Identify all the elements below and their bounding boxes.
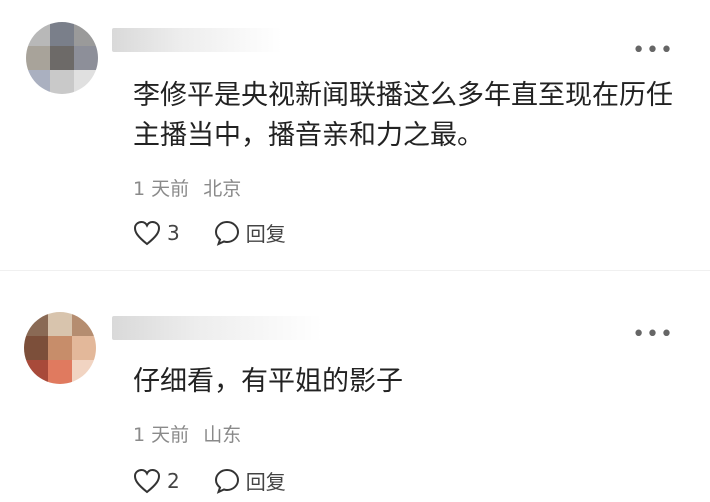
comment-actions: 2 回复 <box>133 466 320 495</box>
like-button[interactable]: 2 <box>133 468 180 494</box>
avatar[interactable] <box>24 312 96 384</box>
comment-actions: 3 回复 <box>133 218 320 247</box>
reply-icon <box>214 220 239 246</box>
comment-item: ••• 李修平是央视新闻联播这么多年直至现在历任主播当中，播音亲和力之最。 1 … <box>0 0 710 270</box>
reply-label: 回复 <box>245 222 286 246</box>
username-blurred[interactable] <box>112 28 282 52</box>
comment-item: ••• 仔细看，有平姐的影子 1 天前 山东 2 回复 <box>0 270 710 502</box>
avatar[interactable] <box>26 22 98 94</box>
comment-meta: 1 天前 北京 <box>133 174 249 201</box>
comment-time: 1 天前 <box>133 424 190 446</box>
heart-icon <box>133 468 161 493</box>
comment-time: 1 天前 <box>133 178 190 200</box>
reply-label: 回复 <box>245 470 286 494</box>
comment-location: 北京 <box>203 178 242 200</box>
like-count: 3 <box>167 220 180 245</box>
reply-button[interactable]: 回复 <box>214 218 286 247</box>
comment-text: 仔细看，有平姐的影子 <box>133 366 403 397</box>
heart-icon <box>133 220 161 245</box>
like-count: 2 <box>167 468 180 493</box>
reply-icon <box>214 468 239 494</box>
like-button[interactable]: 3 <box>133 220 180 246</box>
reply-button[interactable]: 回复 <box>214 466 286 495</box>
comment-text: 李修平是央视新闻联播这么多年直至现在历任主播当中，播音亲和力之最。 <box>133 80 673 151</box>
username-blurred[interactable] <box>112 316 322 340</box>
comment-meta: 1 天前 山东 <box>133 420 249 447</box>
comment-location: 山东 <box>203 424 242 446</box>
more-icon[interactable]: ••• <box>632 324 674 346</box>
more-icon[interactable]: ••• <box>632 40 674 62</box>
